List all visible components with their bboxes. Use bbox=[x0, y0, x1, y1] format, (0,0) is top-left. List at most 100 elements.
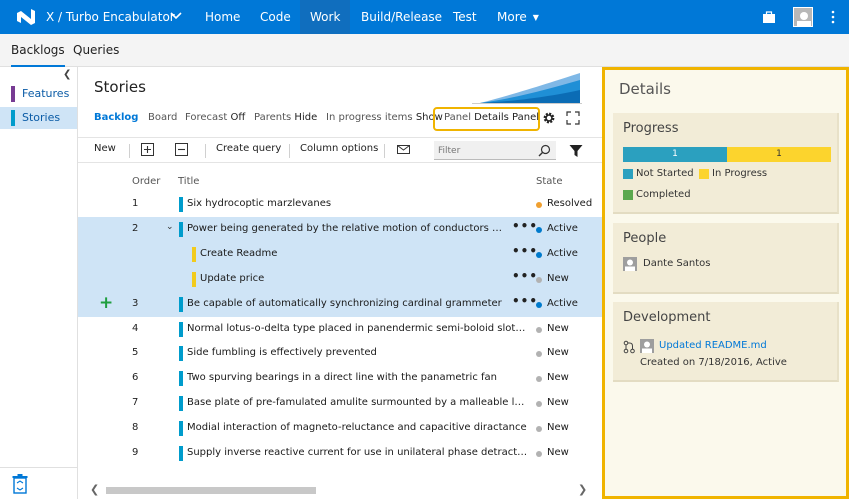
parents-toggle[interactable]: Parents Hide bbox=[254, 112, 317, 123]
sidebar-item-label: Features bbox=[22, 87, 70, 100]
more-actions-icon[interactable]: ••• bbox=[512, 244, 538, 258]
column-header-title[interactable]: Title bbox=[178, 176, 199, 187]
table-row[interactable]: Create Readme ••• Active bbox=[78, 241, 602, 267]
tab-queries[interactable]: Queries bbox=[73, 34, 119, 67]
work-item-state: New bbox=[547, 447, 569, 458]
progress-bar: 1 1 bbox=[623, 147, 831, 162]
backlogs-subnav: Backlogs Queries bbox=[0, 34, 849, 67]
work-item-title[interactable]: Normal lotus-o-delta type placed in pane… bbox=[187, 323, 530, 334]
shopping-bag-icon[interactable] bbox=[762, 11, 776, 23]
chevron-down-icon[interactable]: ⌄ bbox=[166, 222, 174, 232]
state-dot-icon bbox=[536, 426, 542, 433]
vsts-logo-icon[interactable] bbox=[16, 8, 36, 26]
more-vertical-icon[interactable] bbox=[828, 8, 838, 26]
create-query-button[interactable]: Create query bbox=[216, 143, 281, 154]
filter-box[interactable] bbox=[434, 141, 556, 160]
work-item-title[interactable]: Supply inverse reactive current for use … bbox=[187, 447, 530, 458]
work-item-title[interactable]: Base plate of pre-famulated amulite surm… bbox=[187, 397, 530, 408]
table-row[interactable]: +3 Be capable of automatically synchroniz… bbox=[78, 291, 602, 317]
in-progress-toggle[interactable]: In progress items Show bbox=[326, 112, 443, 123]
filter-funnel-icon[interactable] bbox=[569, 144, 583, 158]
recycle-bin-icon[interactable] bbox=[12, 474, 28, 494]
column-header-order[interactable]: Order bbox=[132, 176, 160, 187]
legend-label: Not Started bbox=[636, 168, 694, 179]
more-actions-icon[interactable]: ••• bbox=[512, 269, 538, 283]
cumulative-flow-mini-chart[interactable] bbox=[472, 70, 582, 104]
legend-swatch bbox=[699, 169, 709, 179]
progress-in-progress-segment: 1 bbox=[727, 147, 831, 162]
horizontal-scrollbar[interactable]: ❮ ❯ bbox=[86, 483, 592, 496]
story-color-bar bbox=[179, 421, 183, 437]
search-icon[interactable] bbox=[538, 144, 551, 157]
user-avatar[interactable] bbox=[793, 7, 813, 27]
progress-not-started-segment: 1 bbox=[623, 147, 727, 162]
panel-toggle[interactable]: Panel Details Panel bbox=[444, 112, 539, 123]
add-child-icon[interactable]: + bbox=[99, 293, 113, 313]
table-row[interactable]: Update price ••• New bbox=[78, 266, 602, 292]
more-actions-icon[interactable]: ••• bbox=[512, 219, 538, 233]
state-dot-icon bbox=[536, 226, 542, 233]
people-title: People bbox=[623, 231, 667, 246]
work-item-state: New bbox=[547, 272, 569, 284]
table-row[interactable]: 9 Supply inverse reactive current for use… bbox=[78, 441, 602, 466]
nav-build-release[interactable]: Build/Release bbox=[351, 0, 452, 34]
sidebar-item-features[interactable]: Features bbox=[0, 83, 77, 105]
backlog-level-sidebar: ❮ Features Stories bbox=[0, 67, 78, 499]
state-dot-icon bbox=[536, 451, 542, 457]
work-item-title[interactable]: Six hydrocoptic marzlevanes bbox=[187, 198, 530, 209]
work-item-title[interactable]: Modial interaction of magneto-reluctance… bbox=[187, 422, 530, 433]
work-item-state: Resolved bbox=[547, 198, 593, 209]
forecast-toggle[interactable]: Forecast Off bbox=[185, 112, 245, 123]
project-name[interactable]: X / Turbo Encabulator bbox=[46, 10, 175, 24]
table-row[interactable]: 4 Normal lotus-o-delta type placed in pan… bbox=[78, 317, 602, 342]
pivot-backlog[interactable]: Backlog bbox=[94, 112, 138, 123]
story-color-bar bbox=[179, 396, 183, 412]
recycle-bin[interactable] bbox=[0, 467, 77, 499]
development-link[interactable]: Updated README.md bbox=[659, 340, 767, 351]
sidebar-item-stories[interactable]: Stories bbox=[0, 107, 77, 129]
chevron-down-icon[interactable] bbox=[170, 9, 182, 21]
column-header-state[interactable]: State bbox=[536, 176, 562, 187]
nav-home[interactable]: Home bbox=[195, 0, 250, 34]
nav-test[interactable]: Test bbox=[443, 0, 487, 34]
progress-title: Progress bbox=[623, 121, 679, 136]
work-item-state: New bbox=[547, 347, 569, 359]
table-row[interactable]: 5 Side fumbling is effectively prevented N… bbox=[78, 341, 602, 366]
scroll-right-icon[interactable]: ❯ bbox=[578, 483, 587, 496]
table-row[interactable]: 6 Two spurving bearings in a direct line … bbox=[78, 366, 602, 391]
table-row[interactable]: 1 Six hydrocoptic marzlevanes Resolved bbox=[78, 192, 602, 217]
work-item-title[interactable]: Create Readme bbox=[200, 248, 530, 259]
scroll-left-icon[interactable]: ❮ bbox=[90, 483, 99, 496]
gear-icon[interactable] bbox=[542, 111, 556, 125]
expand-all-icon[interactable] bbox=[141, 143, 154, 156]
work-item-title[interactable]: Two spurving bearings in a direct line w… bbox=[187, 372, 530, 383]
table-row[interactable]: 8 Modial interaction of magneto-reluctanc… bbox=[78, 416, 602, 441]
fullscreen-icon[interactable] bbox=[566, 111, 580, 125]
row-order: 6 bbox=[132, 372, 139, 384]
more-actions-icon[interactable]: ••• bbox=[512, 294, 538, 308]
nav-code[interactable]: Code bbox=[250, 0, 301, 34]
development-card: Development Updated README.md Created on… bbox=[613, 302, 839, 382]
work-item-title[interactable]: Side fumbling is effectively prevented bbox=[187, 347, 530, 358]
nav-work[interactable]: Work bbox=[300, 0, 351, 34]
work-item-title[interactable]: Power being generated by the relative mo… bbox=[187, 223, 503, 234]
email-icon[interactable] bbox=[397, 143, 410, 156]
table-row[interactable]: 2 ⌄ Power being generated by the relative … bbox=[78, 216, 602, 242]
table-row[interactable]: 7 Base plate of pre-famulated amulite sur… bbox=[78, 391, 602, 416]
collapse-all-icon[interactable] bbox=[175, 143, 188, 156]
work-item-title[interactable]: Update price bbox=[200, 273, 530, 284]
pivot-board[interactable]: Board bbox=[148, 112, 177, 123]
commit-author-avatar bbox=[640, 339, 654, 353]
legend-swatch bbox=[623, 190, 633, 200]
new-button[interactable]: New bbox=[94, 143, 116, 154]
chevron-left-icon[interactable]: ❮ bbox=[63, 69, 71, 80]
column-options-button[interactable]: Column options bbox=[300, 143, 378, 154]
tab-backlogs[interactable]: Backlogs bbox=[11, 34, 65, 67]
work-item-title[interactable]: Be capable of automatically synchronizin… bbox=[187, 298, 503, 309]
person-name[interactable]: Dante Santos bbox=[643, 258, 710, 269]
scrollbar-thumb[interactable] bbox=[106, 487, 316, 494]
state-dot-icon bbox=[536, 351, 542, 358]
nav-more[interactable]: More ▼ bbox=[487, 0, 549, 34]
toolbar-divider bbox=[289, 144, 290, 158]
filter-input[interactable] bbox=[438, 144, 534, 157]
